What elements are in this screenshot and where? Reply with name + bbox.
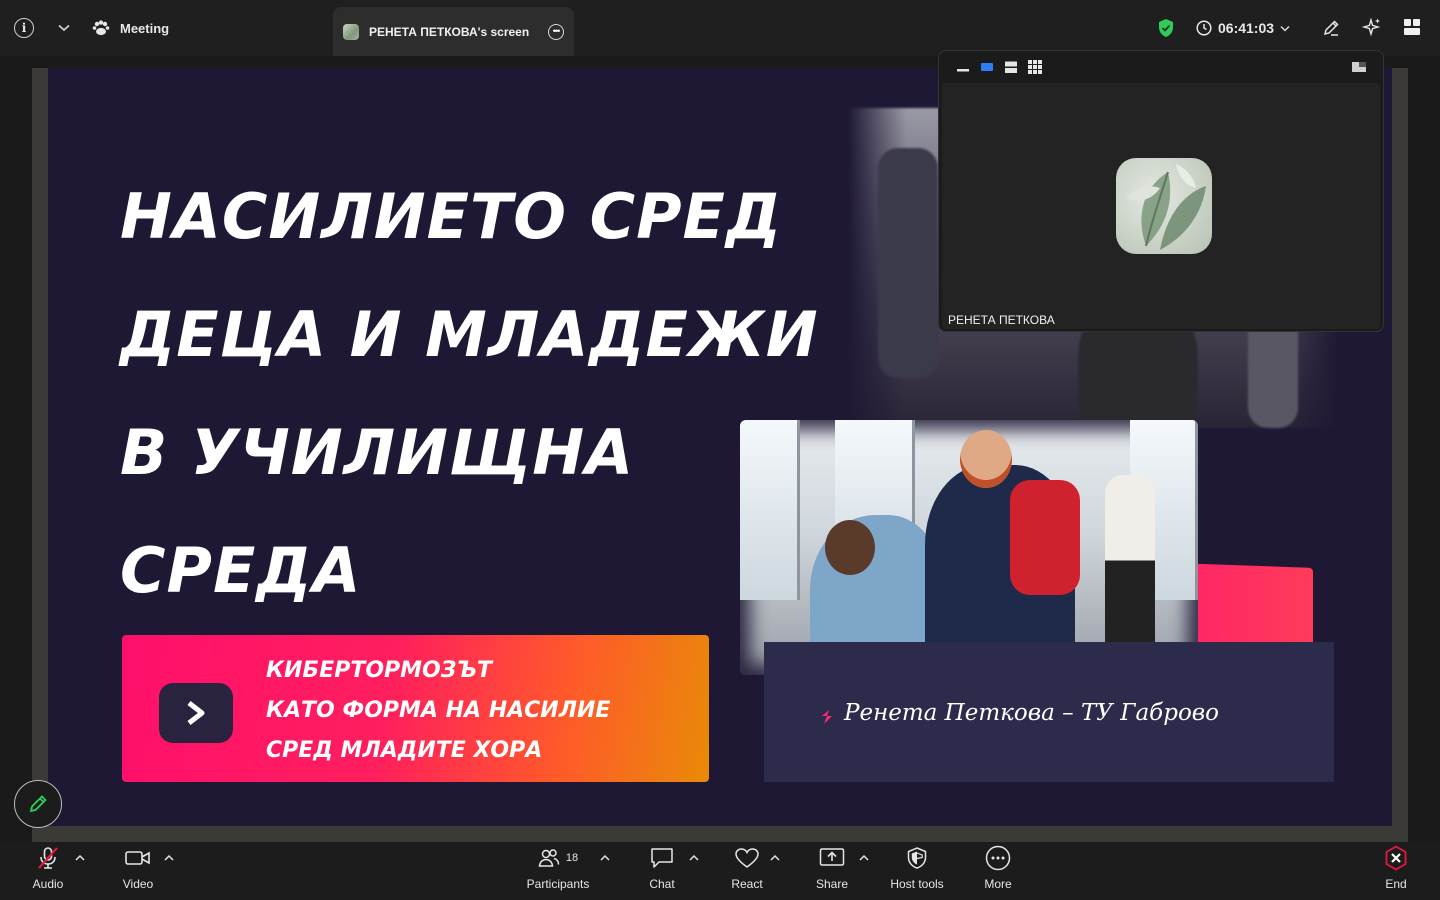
chevron-down-icon xyxy=(1280,25,1290,32)
author-name: Ренета Петкова – ТУ Габрово xyxy=(844,700,1220,726)
react-button[interactable]: React xyxy=(727,842,767,900)
more-label: More xyxy=(984,877,1012,891)
gallery-view-icon[interactable] xyxy=(1027,59,1043,75)
meeting-label: Meeting xyxy=(120,20,170,36)
meeting-toolbar: Audio Video 18 Participants Chat React S… xyxy=(0,842,1440,900)
exit-thumbnail-icon[interactable] xyxy=(1351,59,1367,75)
share-label: Share xyxy=(815,877,849,891)
heart-icon xyxy=(735,848,759,868)
video-camera-icon xyxy=(125,851,150,865)
tab-avatar xyxy=(343,23,359,40)
slide-title: НАСИЛИЕТО СРЕД ДЕЦА И МЛАДЕЖИ В УЧИЛИЩНА… xyxy=(120,158,819,630)
participant-name: РЕНЕТА ПЕТКОВА xyxy=(948,313,1055,327)
topic-line: КИБЕРТОРМОЗЪТ xyxy=(266,658,493,683)
info-icon[interactable]: i xyxy=(14,18,34,38)
host-tools-button[interactable]: Host tools xyxy=(887,842,947,900)
timer-value: 06:41:03 xyxy=(1218,20,1275,36)
video-label: Video xyxy=(122,877,154,891)
video-options-caret-icon[interactable] xyxy=(164,854,174,862)
react-options-caret-icon[interactable] xyxy=(770,854,780,862)
participants-label: Participants xyxy=(526,877,590,891)
clock-icon xyxy=(1196,20,1212,36)
video-button[interactable]: Video xyxy=(118,842,158,900)
participants-icon xyxy=(538,849,560,867)
slide-topic-card: КИБЕРТОРМОЗЪТ КАТО ФОРМА НА НАСИЛИЕ СРЕД… xyxy=(122,635,709,782)
lightning-mark-icon xyxy=(822,710,832,724)
audio-label: Audio xyxy=(32,877,64,891)
chevron-down-icon[interactable] xyxy=(56,18,72,38)
end-call-icon xyxy=(1385,845,1407,871)
participants-paw-icon xyxy=(92,20,110,36)
pencil-icon xyxy=(29,795,47,813)
meeting-menu[interactable]: Meeting xyxy=(92,18,169,38)
chat-options-caret-icon[interactable] xyxy=(689,854,699,862)
mic-muted-icon xyxy=(38,847,58,869)
annotation-pencil-button[interactable] xyxy=(14,780,62,828)
participants-options-caret-icon[interactable] xyxy=(600,854,610,862)
slide-title-line: НАСИЛИЕТО СРЕД xyxy=(120,180,783,253)
slide-title-line: ДЕЦА И МЛАДЕЖИ xyxy=(120,298,819,371)
share-button[interactable]: Share xyxy=(812,842,852,900)
participants-button[interactable]: 18 Participants xyxy=(518,842,598,900)
top-bar: i Meeting РЕНЕТА ПЕТКОВА's screen ••• 06… xyxy=(0,0,1440,56)
chat-label: Chat xyxy=(649,877,675,891)
speaker-view-icon[interactable] xyxy=(979,59,995,75)
end-button[interactable]: End xyxy=(1376,842,1416,900)
stacked-view-icon[interactable] xyxy=(1003,59,1019,75)
topic-line: КАТО ФОРМА НА НАСИЛИЕ xyxy=(266,698,611,723)
chat-button[interactable]: Chat xyxy=(642,842,682,900)
share-options-caret-icon[interactable] xyxy=(859,854,869,862)
annotate-pen-icon[interactable] xyxy=(1322,18,1342,38)
view-layout-icon[interactable] xyxy=(1403,18,1421,36)
slide-title-line: СРЕДА xyxy=(120,534,362,607)
host-tools-label: Host tools xyxy=(890,877,944,891)
video-thumbnail-panel[interactable]: РЕНЕТА ПЕТКОВА xyxy=(938,50,1384,332)
ai-companion-icon[interactable] xyxy=(1362,17,1382,37)
more-button[interactable]: More xyxy=(978,842,1018,900)
slide-title-line: В УЧИЛИЩНА xyxy=(120,416,635,489)
end-label: End xyxy=(1385,877,1407,891)
tab-label: РЕНЕТА ПЕТКОВА's screen xyxy=(369,24,530,39)
tab-shared-screen[interactable]: РЕНЕТА ПЕТКОВА's screen ••• xyxy=(333,7,574,56)
minimize-icon[interactable] xyxy=(955,59,971,75)
slide-photo-bullying xyxy=(740,420,1198,675)
react-label: React xyxy=(731,877,763,891)
encryption-shield-icon[interactable] xyxy=(1157,18,1175,38)
chat-bubble-icon xyxy=(651,848,673,868)
more-icon xyxy=(985,845,1011,871)
host-shield-icon xyxy=(907,847,927,869)
share-screen-icon xyxy=(819,848,845,866)
more-options-icon[interactable]: ••• xyxy=(548,23,564,40)
meeting-timer[interactable]: 06:41:03 xyxy=(1196,18,1290,38)
participants-count: 18 xyxy=(565,852,579,864)
chevron-right-icon xyxy=(159,683,233,743)
topic-line: СРЕД МЛАДИТЕ ХОРА xyxy=(266,738,543,763)
audio-options-caret-icon[interactable] xyxy=(75,854,85,862)
participant-avatar xyxy=(1116,158,1212,254)
audio-button[interactable]: Audio xyxy=(28,842,68,900)
slide-author-card: Ренета Петкова – ТУ Габрово xyxy=(764,642,1334,782)
participant-video-tile[interactable]: РЕНЕТА ПЕТКОВА xyxy=(942,83,1380,329)
